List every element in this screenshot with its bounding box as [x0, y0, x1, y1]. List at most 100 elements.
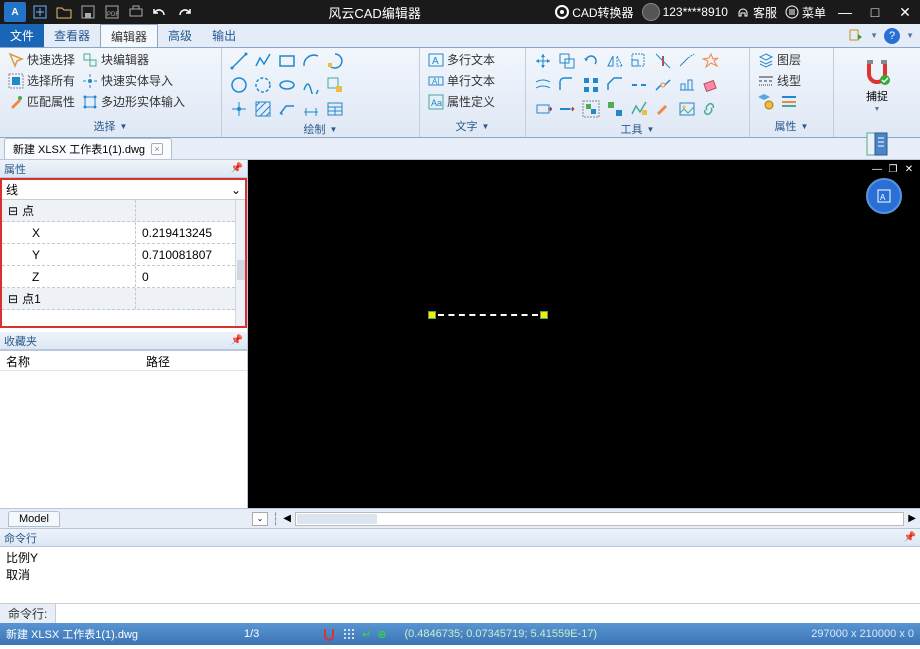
- copy-tool[interactable]: [556, 50, 578, 72]
- join-tool[interactable]: [652, 74, 674, 96]
- menu-advanced[interactable]: 高级: [158, 24, 202, 47]
- tool-group-dropdown[interactable]: ▼: [647, 125, 655, 134]
- selected-line-entity[interactable]: [428, 310, 548, 320]
- pin-icon[interactable]: 📌: [904, 532, 916, 543]
- table-tool[interactable]: [324, 98, 346, 120]
- command-input[interactable]: [56, 604, 920, 623]
- mtext-button[interactable]: A多行文本: [426, 50, 497, 69]
- rect-tool[interactable]: [276, 50, 298, 72]
- hyperlink-tool[interactable]: [700, 98, 722, 120]
- prop-paint-tool[interactable]: [652, 98, 674, 120]
- ortho-toggle-icon[interactable]: ↵: [362, 628, 371, 641]
- polygon-insert-button[interactable]: 多边形实体输入: [80, 92, 187, 111]
- layer-style-icon[interactable]: [780, 92, 802, 114]
- image-attach-tool[interactable]: [676, 98, 698, 120]
- chamfer-tool[interactable]: [604, 74, 626, 96]
- layer-prop-icon[interactable]: [756, 92, 778, 114]
- menu-button[interactable]: 菜单: [785, 4, 826, 21]
- match-props-button[interactable]: 匹配属性: [6, 92, 77, 111]
- grid-toggle-icon[interactable]: [342, 627, 356, 641]
- settings-dropdown[interactable]: ▼: [870, 31, 878, 40]
- props-group-dropdown[interactable]: ▼: [801, 122, 809, 131]
- menu-viewer[interactable]: 查看器: [44, 24, 100, 47]
- hatch-tool[interactable]: [252, 98, 274, 120]
- explode-tool[interactable]: [700, 50, 722, 72]
- trim-tool[interactable]: [652, 50, 674, 72]
- polar-toggle-icon[interactable]: ⊕: [377, 628, 386, 641]
- redo-icon[interactable]: [174, 2, 194, 22]
- offset-tool[interactable]: [532, 74, 554, 96]
- cad-converter-button[interactable]: CAD转换器: [555, 4, 633, 21]
- rotate-tool[interactable]: [580, 50, 602, 72]
- new-icon[interactable]: [30, 2, 50, 22]
- menu-editor[interactable]: 编辑器: [100, 24, 158, 47]
- move-tool[interactable]: [532, 50, 554, 72]
- ellipse-tool[interactable]: [276, 74, 298, 96]
- scroll-left-icon[interactable]: ◀: [283, 513, 291, 524]
- spline-tool[interactable]: [300, 74, 322, 96]
- pin-icon[interactable]: 📌: [231, 335, 243, 346]
- props-scrollbar[interactable]: [235, 200, 245, 326]
- dim-tool[interactable]: [300, 98, 322, 120]
- canvas-close-icon[interactable]: ✕: [902, 162, 916, 176]
- align-tool[interactable]: [676, 74, 698, 96]
- ungroup-tool[interactable]: [604, 98, 626, 120]
- help-icon[interactable]: ?: [884, 28, 900, 44]
- file-tab[interactable]: 新建 XLSX 工作表1(1).dwg ×: [4, 138, 172, 159]
- attrdef-button[interactable]: Aa属性定义: [426, 92, 497, 111]
- grip-end[interactable]: [540, 311, 548, 319]
- extend-tool[interactable]: [676, 50, 698, 72]
- break-tool[interactable]: [628, 74, 650, 96]
- nav-cube-icon[interactable]: A: [866, 178, 902, 214]
- draw-group-dropdown[interactable]: ▼: [330, 125, 338, 134]
- close-button[interactable]: ✕: [894, 2, 916, 22]
- pin-icon[interactable]: 📌: [231, 163, 243, 174]
- snap-toggle-icon[interactable]: [322, 627, 336, 641]
- select-group-dropdown[interactable]: ▼: [120, 122, 128, 131]
- prop-row-z[interactable]: Z0: [2, 266, 245, 288]
- prop-row-y[interactable]: Y0.710081807: [2, 244, 245, 266]
- entity-type-select[interactable]: 线 ⌄: [2, 180, 245, 200]
- menu-output[interactable]: 输出: [202, 24, 246, 47]
- quick-import-button[interactable]: 快速实体导入: [80, 71, 187, 90]
- leader-tool[interactable]: [276, 98, 298, 120]
- block-editor-button[interactable]: 块编辑器: [80, 50, 187, 69]
- grip-start[interactable]: [428, 311, 436, 319]
- stext-button[interactable]: A|单行文本: [426, 71, 497, 90]
- canvas-restore-icon[interactable]: ❐: [886, 162, 900, 176]
- erase-tool[interactable]: [700, 74, 722, 96]
- polyline-tool[interactable]: [252, 50, 274, 72]
- mirror-tool[interactable]: [604, 50, 626, 72]
- horiz-scrollbar[interactable]: [295, 512, 904, 526]
- maximize-button[interactable]: □: [864, 2, 886, 22]
- user-account[interactable]: 123****8910: [642, 3, 728, 21]
- lengthen-tool[interactable]: [556, 98, 578, 120]
- print-icon[interactable]: [126, 2, 146, 22]
- scale-tool[interactable]: [628, 50, 650, 72]
- support-button[interactable]: 客服: [736, 4, 777, 21]
- block-insert-tool[interactable]: [324, 74, 346, 96]
- group-tool[interactable]: [580, 98, 602, 120]
- donut-tool[interactable]: [252, 74, 274, 96]
- point-tool[interactable]: [228, 98, 250, 120]
- quick-select-button[interactable]: 快速选择: [6, 50, 77, 69]
- close-tab-icon[interactable]: ×: [151, 143, 163, 155]
- help-dropdown[interactable]: ▼: [906, 31, 914, 40]
- array-tool[interactable]: [580, 74, 602, 96]
- save-pdf-icon[interactable]: PDF: [102, 2, 122, 22]
- save-icon[interactable]: [78, 2, 98, 22]
- stretch-tool[interactable]: [532, 98, 554, 120]
- prop-group-point1[interactable]: ⊟点1: [2, 288, 245, 310]
- model-tab[interactable]: Model: [8, 511, 60, 527]
- fillet-tool[interactable]: [556, 74, 578, 96]
- snap-button[interactable]: 捕捉 ▼: [858, 50, 896, 120]
- settings-icon[interactable]: [848, 28, 864, 44]
- circle-tool[interactable]: [228, 74, 250, 96]
- pedit-tool[interactable]: [628, 98, 650, 120]
- scroll-right-icon[interactable]: ▶: [908, 513, 916, 524]
- prop-group-point[interactable]: ⊟点: [2, 200, 245, 222]
- text-group-dropdown[interactable]: ▼: [482, 122, 490, 131]
- canvas-min-icon[interactable]: —: [870, 162, 884, 176]
- minimize-button[interactable]: —: [834, 2, 856, 22]
- layout-dropdown[interactable]: ⌄: [252, 512, 268, 526]
